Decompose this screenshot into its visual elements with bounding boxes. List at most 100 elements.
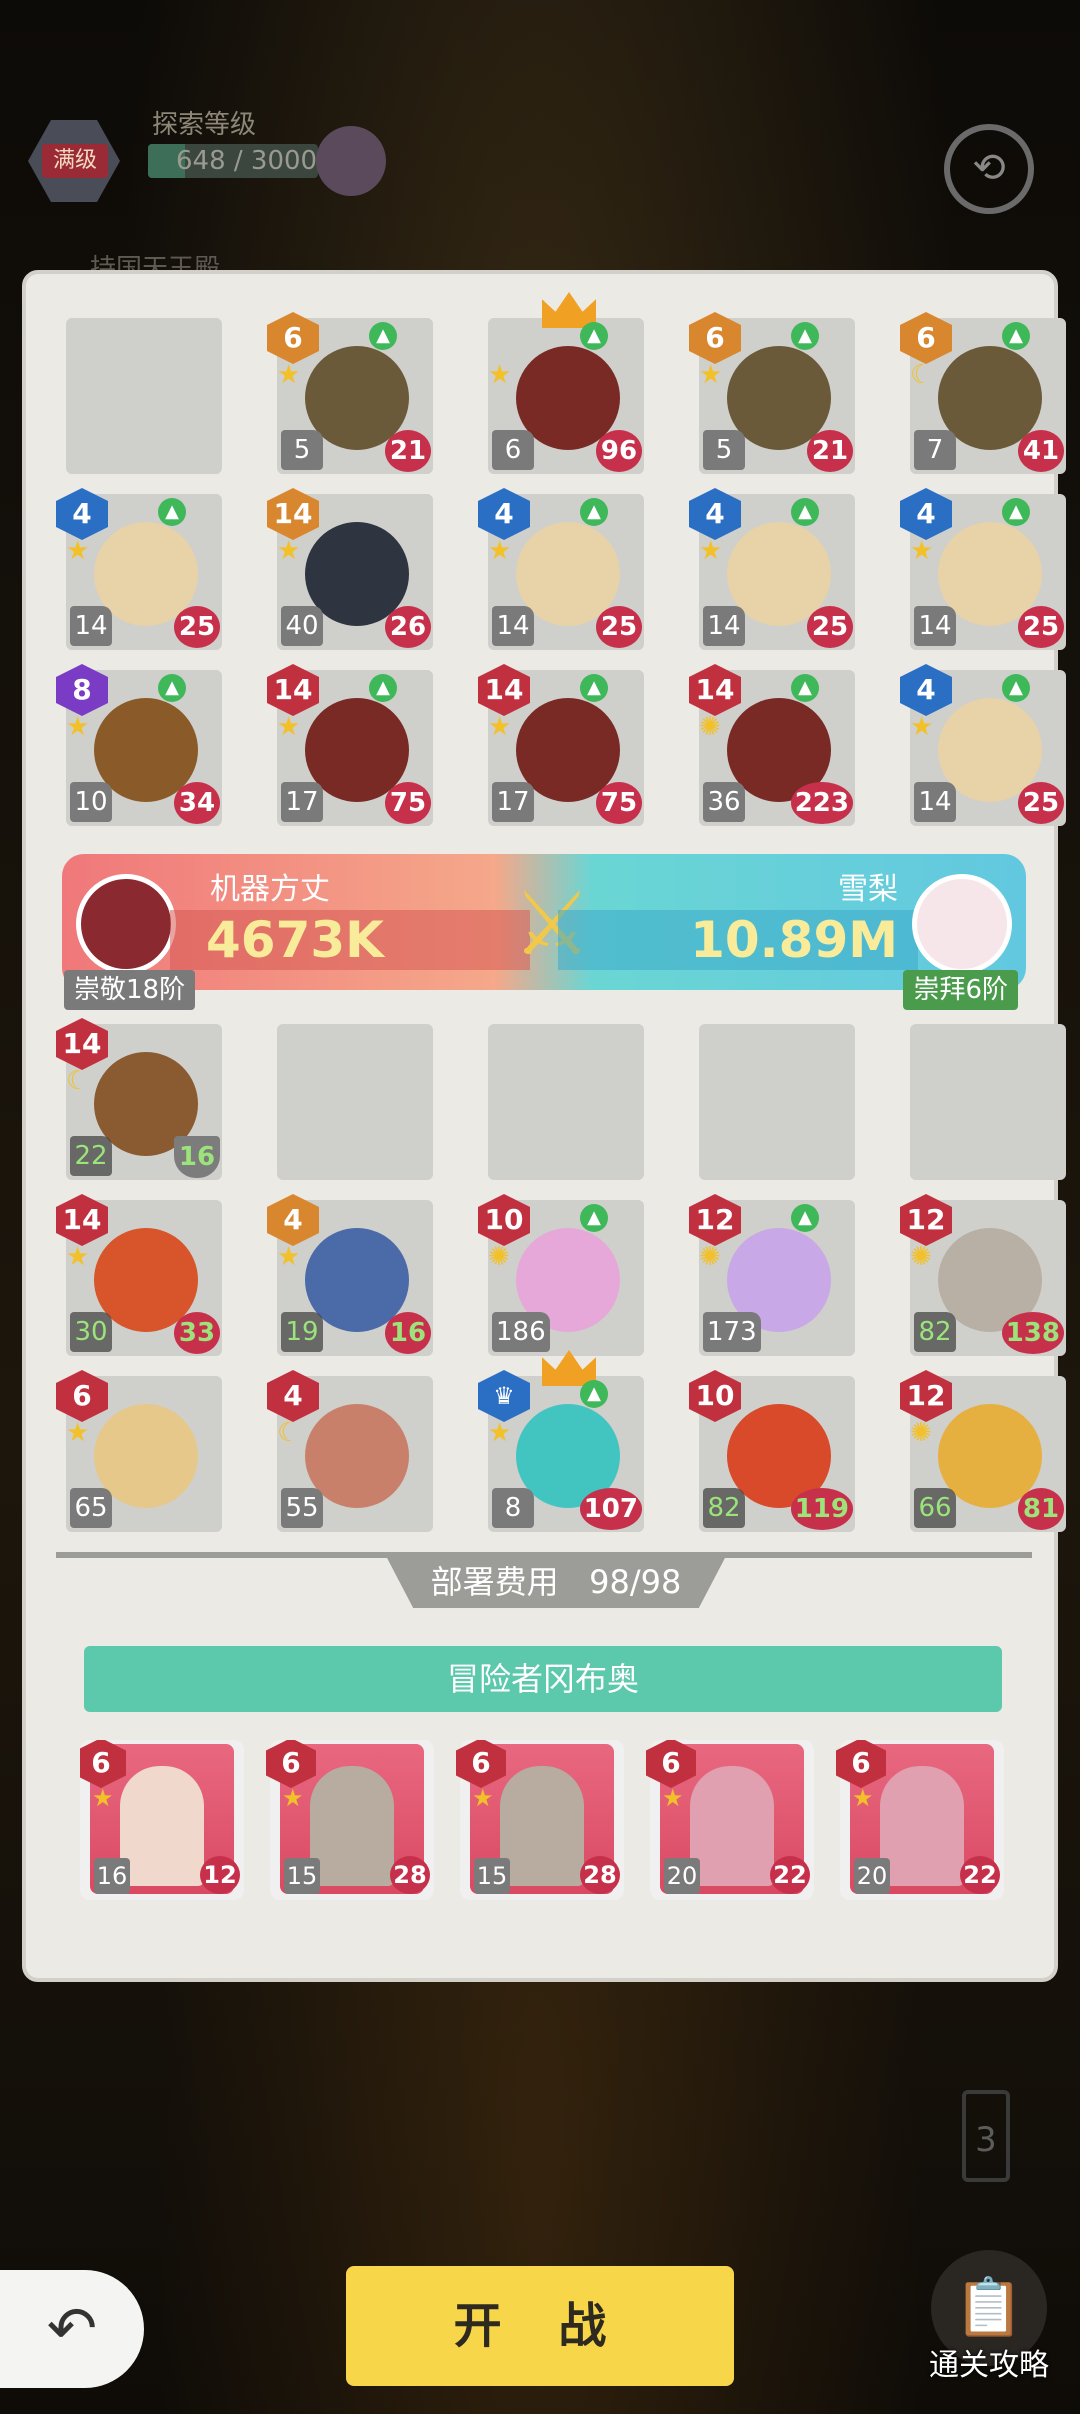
adventurer-portrait: [880, 1766, 964, 1886]
unit-slot[interactable]: 4 ☾ 55: [267, 1370, 433, 1532]
adventurer-card[interactable]: 6 ★ 15 28: [456, 1740, 624, 1900]
unit-power-badge: 25: [807, 606, 853, 648]
enemy-name: 机器方丈: [210, 872, 330, 907]
star-icon: ★: [66, 712, 90, 742]
deploy-cost-value: 98/98: [589, 1563, 682, 1601]
unit-slot[interactable]: 14 ☾ 22 16: [56, 1018, 222, 1180]
adventurer-card[interactable]: 6 ★ 20 22: [646, 1740, 814, 1900]
upgrade-arrow-icon: ▲: [580, 1380, 608, 1408]
unit-slot[interactable]: 12 ✺ 82 138: [900, 1194, 1066, 1356]
start-battle-button[interactable]: 开 战: [346, 2266, 734, 2386]
unit-slot[interactable]: ♛ ★ ▲ 8 107: [478, 1350, 644, 1532]
unit-cost-badge: 14: [914, 782, 956, 822]
upgrade-arrow-icon: ▲: [791, 1204, 819, 1232]
unit-level-badge: 12: [900, 1370, 952, 1422]
unit-power-badge: 16: [174, 1136, 220, 1178]
level-badge: 满级: [42, 144, 108, 178]
guide-label: 通关攻略: [929, 2348, 1049, 2383]
unit-slot[interactable]: 4 ★ ▲ 14 25: [689, 488, 855, 650]
star-icon: ★: [282, 1784, 304, 1812]
unit-cost-badge: 22: [70, 1136, 112, 1176]
empty-slot[interactable]: [910, 1024, 1066, 1180]
unit-power-badge: 138: [1001, 1312, 1064, 1354]
unit-slot[interactable]: 10 82 119: [689, 1370, 855, 1532]
unit-slot[interactable]: 14 ★ 30 33: [56, 1194, 222, 1356]
unit-slot[interactable]: 4 ★ ▲ 14 25: [478, 488, 644, 650]
unit-slot[interactable]: 10 ✺ ▲ 186: [478, 1194, 644, 1356]
guide-button[interactable]: 📋 通关攻略: [924, 2250, 1054, 2400]
upgrade-arrow-icon: ▲: [1002, 674, 1030, 702]
adventurer-card[interactable]: 6 ★ 15 28: [266, 1740, 434, 1900]
exploration-level-hud: 满级 探索等级 648 / 3000: [28, 100, 386, 210]
unit-slot[interactable]: 6 ★ 65: [56, 1370, 222, 1532]
unit-power-badge: 119: [790, 1488, 853, 1530]
unit-cost-badge: 30: [70, 1312, 112, 1352]
sun-icon: ✺: [699, 1242, 721, 1272]
unit-level-badge: 4: [267, 1194, 319, 1246]
unit-level-badge: 12: [900, 1194, 952, 1246]
unit-cost-badge: 66: [914, 1488, 956, 1528]
unit-power-badge: 25: [596, 606, 642, 648]
empty-slot[interactable]: [699, 1024, 855, 1180]
unit-slot[interactable]: 14 ★ ▲ 17 75: [267, 664, 433, 826]
enemy-grid: 6 ★ ▲ 5 21 ★ ▲ 6 96 6 ★ ▲ 5 21 6 ☾ ▲ 7 41 4 ★ ▲ 14 25 14 ★ 40 26 4 ★ ▲…: [56, 292, 1066, 826]
unit-level-badge: 6: [689, 312, 741, 364]
unit-cost-badge: 65: [70, 1488, 112, 1528]
deploy-cost: 部署费用 98/98: [386, 1556, 726, 1608]
battery-counter: 3: [962, 2090, 1010, 2182]
unit-slot[interactable]: 14 ✺ ▲ 36 223: [689, 664, 855, 826]
unit-level-badge: 4: [478, 488, 530, 540]
unit-slot[interactable]: 4 ★ ▲ 14 25: [900, 488, 1066, 650]
star-icon: ★: [910, 712, 934, 742]
card-power-badge: 28: [580, 1856, 620, 1894]
unit-slot[interactable]: 4 ★ 19 16: [267, 1194, 433, 1356]
upgrade-arrow-icon: ▲: [158, 498, 186, 526]
star-icon: ★: [66, 536, 90, 566]
unit-slot[interactable]: 6 ☾ ▲ 7 41: [900, 312, 1066, 474]
unit-slot[interactable]: 14 ★ 40 26: [267, 488, 433, 650]
unit-power-badge: 21: [385, 430, 431, 472]
unit-slot[interactable]: ★ ▲ 6 96: [488, 292, 644, 474]
upgrade-arrow-icon: ▲: [1002, 498, 1030, 526]
unit-slot[interactable]: 6 ★ ▲ 5 21: [267, 312, 433, 474]
upgrade-arrow-icon: ▲: [791, 498, 819, 526]
unit-level-badge: 4: [267, 1370, 319, 1422]
exp-text: 648 / 3000: [176, 146, 318, 176]
upgrade-arrow-icon: ▲: [369, 322, 397, 350]
upgrade-arrow-icon: ▲: [1002, 322, 1030, 350]
empty-slot[interactable]: [277, 1024, 433, 1180]
unit-power-badge: 223: [790, 782, 853, 824]
star-icon: ★: [852, 1784, 874, 1812]
unit-cost-badge: 17: [281, 782, 323, 822]
unit-power-badge: 96: [596, 430, 642, 472]
unit-power-badge: 26: [385, 606, 431, 648]
unit-slot[interactable]: 4 ★ ▲ 14 25: [900, 664, 1066, 826]
unit-slot[interactable]: 14 ★ ▲ 17 75: [478, 664, 644, 826]
unit-cost-badge: 173: [703, 1312, 761, 1352]
unit-slot[interactable]: 12 ✺ 66 81: [900, 1370, 1066, 1532]
unit-slot[interactable]: 4 ★ ▲ 14 25: [56, 488, 222, 650]
exit-dungeon-icon[interactable]: ⟲: [944, 124, 1034, 214]
versus-bar: 机器方丈 4673K ⚔ 10.89M 雪梨: [62, 854, 1026, 990]
empty-slot[interactable]: [66, 318, 222, 474]
sun-icon: ✺: [699, 712, 721, 742]
adventurer-card[interactable]: 6 ★ 20 22: [836, 1740, 1004, 1900]
adventurer-card[interactable]: 6 ★ 16 12: [80, 1740, 244, 1900]
unit-slot[interactable]: 12 ✺ ▲ 173: [689, 1194, 855, 1356]
unit-slot[interactable]: 8 ★ ▲ 10 34: [56, 664, 222, 826]
exploration-title: 探索等级: [152, 110, 257, 140]
unit-cost-badge: 8: [492, 1488, 534, 1528]
back-button[interactable]: ↶: [0, 2270, 144, 2388]
unit-level-badge: 14: [267, 664, 319, 716]
upgrade-arrow-icon: ▲: [580, 322, 608, 350]
unit-slot[interactable]: 6 ★ ▲ 5 21: [689, 312, 855, 474]
adventurer-tab[interactable]: 冒险者冈布奥: [84, 1646, 1002, 1712]
unit-cost-badge: 5: [281, 430, 323, 470]
unit-level-badge: 4: [56, 488, 108, 540]
empty-slot[interactable]: [488, 1024, 644, 1180]
unit-level-badge: 14: [267, 488, 319, 540]
unit-power-badge: 107: [579, 1488, 642, 1530]
star-icon: ★: [277, 360, 301, 390]
cat-avatar[interactable]: [316, 126, 386, 196]
battle-panel: 6 ★ ▲ 5 21 ★ ▲ 6 96 6 ★ ▲ 5 21 6 ☾ ▲ 7 41 4 ★ ▲ 14 25 14 ★ 40 26 4 ★ ▲…: [22, 270, 1066, 1982]
